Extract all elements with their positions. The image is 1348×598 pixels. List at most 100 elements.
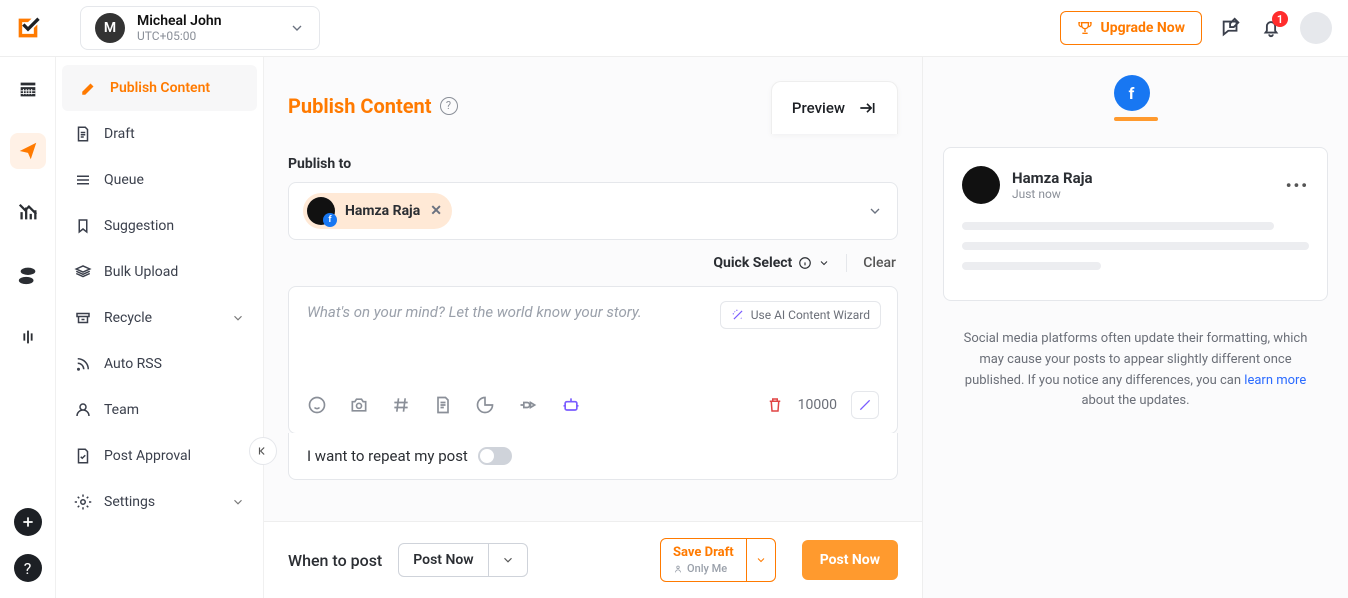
file-icon (74, 125, 92, 143)
more-icon[interactable]: ••• (1286, 176, 1309, 195)
menu-post-approval[interactable]: Post Approval (56, 433, 263, 479)
menu-label: Settings (104, 494, 155, 510)
notifications-icon[interactable]: 1 (1260, 17, 1282, 39)
layers-icon (74, 263, 92, 281)
list-icon (74, 171, 92, 189)
remove-account-icon[interactable]: ✕ (430, 203, 442, 219)
facebook-tab[interactable]: f (1114, 75, 1150, 111)
chevron-down-icon (818, 257, 830, 269)
menu-draft[interactable]: Draft (56, 111, 263, 157)
hashtag-icon[interactable] (391, 395, 411, 415)
menu-label: Queue (104, 172, 144, 188)
save-draft-button[interactable]: Save Draft Only Me (660, 538, 776, 582)
pencil-icon (80, 79, 98, 97)
preview-avatar (962, 166, 1000, 204)
menu-label: Post Approval (104, 448, 191, 464)
plug-icon[interactable] (517, 395, 539, 415)
help-icon[interactable]: ? (440, 97, 458, 115)
user-avatar: M (95, 13, 125, 43)
template-icon[interactable] (433, 395, 453, 415)
compose-icon[interactable] (1220, 17, 1242, 39)
top-header: M Micheal John UTC+05:00 Upgrade Now 1 (0, 0, 1348, 57)
magic-icon[interactable] (851, 391, 879, 419)
trash-icon[interactable] (766, 396, 784, 414)
bookmark-icon (74, 217, 92, 235)
rail-calendar[interactable] (10, 71, 46, 107)
chevron-down-icon (231, 311, 245, 325)
save-draft-dropdown[interactable] (746, 539, 775, 581)
menu-suggestion[interactable]: Suggestion (56, 203, 263, 249)
rail-help[interactable]: ? (14, 554, 42, 582)
pie-icon[interactable] (475, 395, 495, 415)
chevron-down-icon (867, 203, 883, 219)
ai-wizard-label: Use AI Content Wizard (751, 308, 870, 322)
upgrade-label: Upgrade Now (1101, 20, 1185, 36)
preview-name: Hamza Raja (1012, 169, 1093, 187)
page-title: Publish Content (288, 94, 432, 118)
logo-icon (14, 14, 42, 42)
publish-to-label: Publish to (288, 156, 898, 172)
wand-icon (731, 308, 745, 322)
gear-icon (74, 493, 92, 511)
profile-avatar[interactable] (1300, 12, 1332, 44)
rail-add[interactable] (14, 508, 42, 536)
preview-label: Preview (792, 99, 845, 117)
info-icon (798, 256, 812, 270)
preview-panel: f Hamza Raja Just now ••• (923, 57, 1348, 598)
menu-label: Publish Content (110, 80, 210, 96)
menu-team[interactable]: Team (56, 387, 263, 433)
disclaimer-text: Social media platforms often update thei… (923, 319, 1348, 422)
menu-auto-rss[interactable]: Auto RSS (56, 341, 263, 387)
file-check-icon (74, 447, 92, 465)
collapse-sidebar[interactable] (249, 437, 277, 465)
repeat-toggle[interactable] (478, 447, 512, 465)
bot-icon[interactable] (561, 395, 581, 415)
preview-skeleton (962, 222, 1309, 270)
clear-button[interactable]: Clear (863, 255, 896, 271)
repeat-row: I want to repeat my post (288, 433, 898, 480)
archive-icon (74, 309, 92, 327)
menu-label: Draft (104, 126, 135, 142)
emoji-icon[interactable] (307, 395, 327, 415)
rss-icon (74, 355, 92, 373)
user-name: Micheal John (137, 13, 222, 29)
trophy-icon (1077, 20, 1093, 36)
learn-more-link[interactable]: learn more (1244, 373, 1306, 388)
icon-rail: ? (0, 57, 56, 598)
user-switcher[interactable]: M Micheal John UTC+05:00 (80, 6, 320, 50)
repeat-label: I want to repeat my post (307, 447, 468, 465)
notification-badge: 1 (1272, 11, 1288, 27)
facebook-mini-icon: f (323, 213, 337, 227)
rail-engage[interactable] (10, 257, 46, 293)
rail-analytics[interactable] (10, 195, 46, 231)
upgrade-button[interactable]: Upgrade Now (1060, 11, 1202, 45)
menu-queue[interactable]: Queue (56, 157, 263, 203)
schedule-select[interactable]: Post Now (398, 543, 527, 577)
menu-label: Suggestion (104, 218, 174, 234)
menu-settings[interactable]: Settings (56, 479, 263, 525)
menu-publish-content[interactable]: Publish Content (62, 65, 257, 111)
chevron-down-icon (289, 20, 305, 36)
menu-label: Team (104, 402, 139, 418)
divider (846, 254, 847, 272)
menu-recycle[interactable]: Recycle (56, 295, 263, 341)
camera-icon[interactable] (349, 395, 369, 415)
menu-bulk-upload[interactable]: Bulk Upload (56, 249, 263, 295)
quick-select[interactable]: Quick Select (713, 255, 830, 271)
menu-label: Bulk Upload (104, 264, 178, 280)
preview-tab[interactable]: Preview (771, 81, 898, 134)
menu-label: Recycle (104, 310, 152, 326)
ai-wizard-button[interactable]: Use AI Content Wizard (720, 301, 881, 329)
save-draft-label: Save Draft (673, 545, 734, 560)
account-selector[interactable]: f Hamza Raja ✕ (288, 182, 898, 240)
preview-card: Hamza Raja Just now ••• (943, 147, 1328, 301)
post-now-button[interactable]: Post Now (802, 540, 898, 580)
rail-publish[interactable] (10, 133, 46, 169)
menu-label: Auto RSS (104, 356, 162, 372)
user-timezone: UTC+05:00 (137, 29, 222, 43)
compose-box: What's on your mind? Let the world know … (288, 286, 898, 434)
rail-listen[interactable] (10, 319, 46, 355)
preview-time: Just now (1012, 187, 1093, 201)
person-icon (673, 564, 683, 574)
quick-select-label: Quick Select (713, 255, 792, 271)
